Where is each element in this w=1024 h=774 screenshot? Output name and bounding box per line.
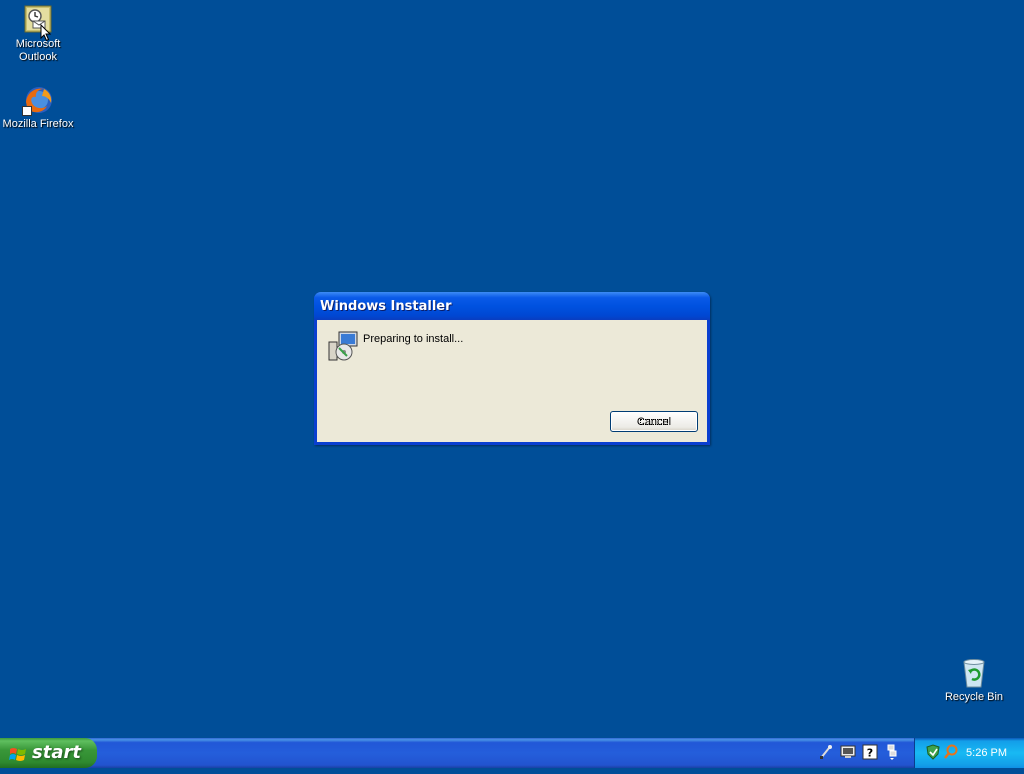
svg-text:?: ? bbox=[867, 747, 873, 760]
desktop-icon-label: Outlook bbox=[19, 51, 57, 63]
desktop-icon-outlook[interactable]: Microsoft Outlook bbox=[0, 4, 76, 64]
mouse-cursor-icon bbox=[40, 24, 52, 42]
network-tool-icon[interactable] bbox=[818, 744, 834, 760]
network-connection-icon[interactable] bbox=[884, 744, 900, 760]
start-label: start bbox=[32, 742, 81, 763]
start-button[interactable]: start bbox=[0, 738, 97, 768]
desktop-icon-recycle-bin[interactable]: Recycle Bin bbox=[936, 657, 1012, 704]
cancel-button-label: Cancel bbox=[636, 415, 672, 428]
firefox-icon bbox=[22, 84, 54, 116]
recycle-bin-icon bbox=[958, 657, 990, 689]
desktop-icon-label: Mozilla Firefox bbox=[2, 118, 74, 130]
notification-area: 5:26 PM bbox=[914, 738, 1024, 768]
dialog-message: Preparing to install... bbox=[363, 333, 464, 345]
system-clock[interactable]: 5:26 PM bbox=[966, 738, 1007, 768]
cancel-button[interactable]: Cancel bbox=[610, 411, 698, 432]
help-icon[interactable]: ? bbox=[862, 744, 878, 760]
desktop-icon-label: Microsoft bbox=[15, 38, 61, 50]
installer-dialog: Windows Installer Preparing to install..… bbox=[314, 292, 710, 445]
taskbar: start ? 5:26 PM bbox=[0, 738, 1024, 768]
outlook-icon bbox=[22, 4, 54, 42]
shield-icon[interactable] bbox=[925, 744, 941, 760]
dialog-title[interactable]: Windows Installer bbox=[314, 292, 710, 320]
search-icon[interactable] bbox=[943, 744, 959, 760]
quick-tray: ? bbox=[818, 744, 900, 762]
installer-icon bbox=[327, 330, 359, 362]
display-icon[interactable] bbox=[840, 744, 856, 760]
windows-flag-icon bbox=[9, 744, 27, 762]
desktop-icon-firefox[interactable]: Mozilla Firefox bbox=[0, 84, 76, 131]
desktop-icon-label: Recycle Bin bbox=[944, 691, 1004, 703]
dialog-body: Preparing to install... Cancel bbox=[317, 320, 707, 442]
shortcut-arrow-icon bbox=[22, 106, 32, 116]
